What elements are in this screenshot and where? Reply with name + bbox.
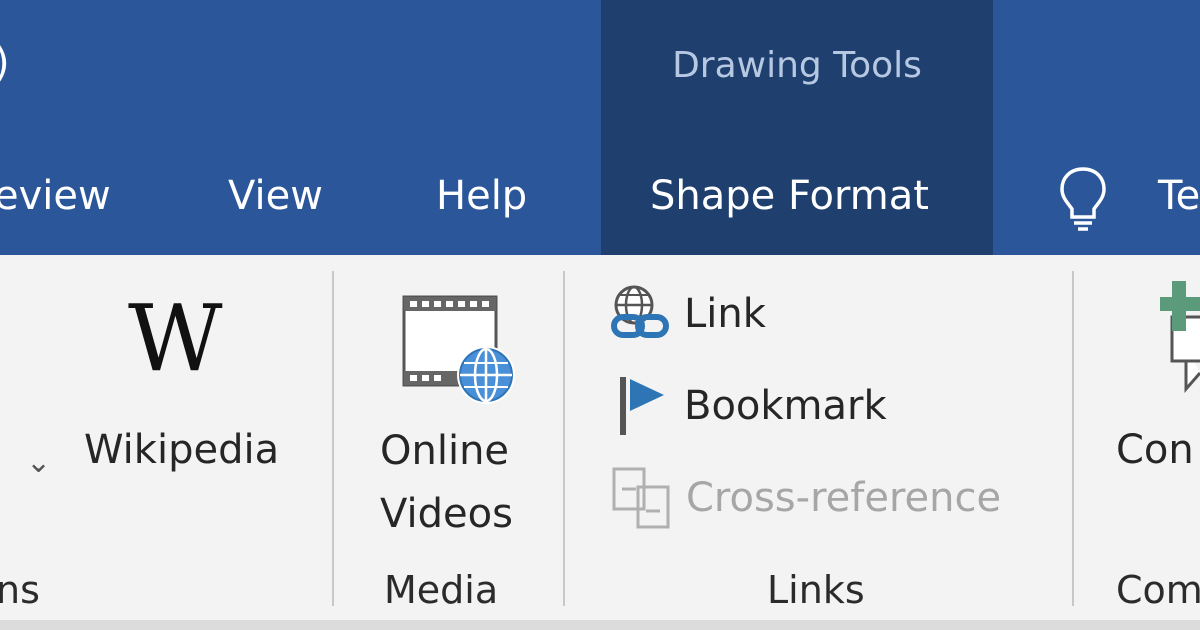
wikipedia-logo-icon: W [128, 285, 223, 392]
bookmark-label: Bookmark [684, 383, 887, 429]
link-icon [611, 285, 669, 338]
tab-review[interactable]: eview [0, 168, 111, 224]
chevron-down-icon[interactable]: ⌄ [26, 433, 51, 493]
new-comment-icon [1160, 281, 1200, 393]
online-video-icon [402, 295, 515, 404]
group-label-addins: ns [0, 568, 40, 612]
ribbon-bottom-border [0, 620, 1200, 630]
tab-help[interactable]: Help [436, 168, 527, 224]
title-bar: ) Drawing Tools eview View Help Shape Fo… [0, 0, 1200, 255]
tab-shape-format[interactable]: Shape Format [650, 168, 929, 224]
group-label-comments: Com [1116, 568, 1200, 612]
contextual-group-title: Drawing Tools [672, 45, 922, 86]
link-button[interactable]: Link [608, 279, 766, 349]
document-title-fragment: ) [0, 38, 10, 88]
bookmark-button[interactable]: Bookmark [614, 371, 887, 441]
online-videos-label-line1: Online [380, 428, 510, 474]
tab-view[interactable]: View [228, 168, 323, 224]
tell-me-search[interactable]: Te [1158, 168, 1200, 224]
link-label: Link [684, 291, 766, 337]
bookmark-flag-icon [620, 377, 664, 435]
online-videos-label-line2: Videos [380, 491, 513, 537]
ribbon: ⌄ ns W Wikipedia Online Videos Media Lin… [0, 255, 1200, 630]
group-label-media: Media [384, 568, 499, 612]
group-label-links: Links [767, 568, 865, 612]
cross-reference-button[interactable]: Cross-reference [608, 463, 1001, 533]
cross-reference-label: Cross-reference [686, 475, 1002, 521]
wikipedia-label: Wikipedia [84, 427, 280, 473]
group-separator [563, 271, 565, 606]
cross-reference-icon [612, 467, 670, 529]
new-comment-label: Con [1116, 427, 1194, 473]
lightbulb-icon [1060, 167, 1106, 231]
group-separator [1072, 271, 1074, 606]
group-separator [332, 271, 334, 606]
